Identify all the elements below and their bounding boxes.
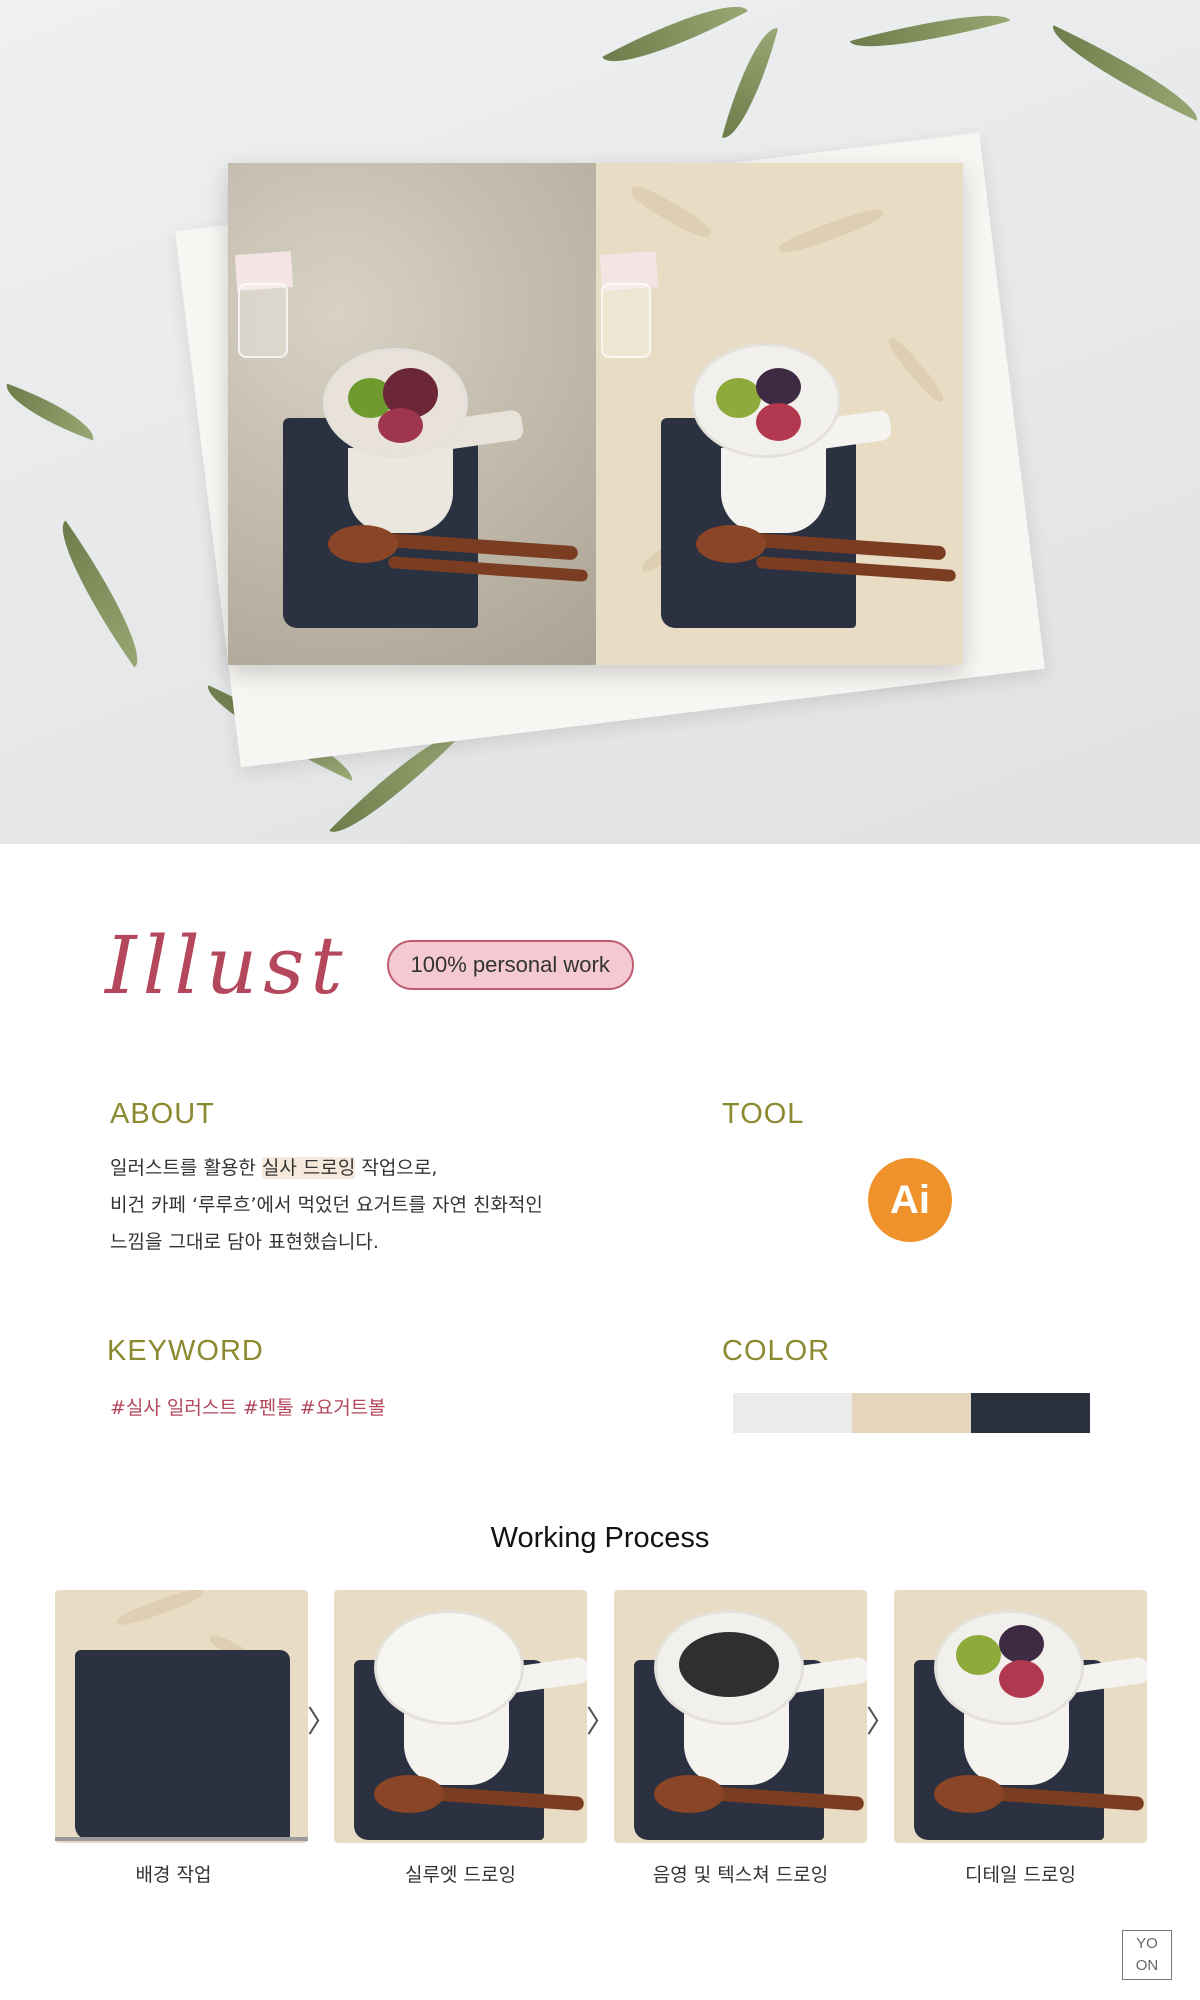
color-palette (733, 1393, 1090, 1433)
step-label-shading: 음영 및 텍스쳐 드로잉 (652, 1864, 829, 1886)
about-line1-pre: 일러스트를 활용한 (110, 1157, 262, 1179)
step-label-detail: 디테일 드로잉 (965, 1864, 1076, 1886)
original-photo (228, 163, 596, 665)
step-label-silhouette: 실루엣 드로잉 (405, 1864, 516, 1886)
process-step-silhouette (334, 1590, 587, 1843)
about-heading: ABOUT (110, 1098, 215, 1130)
olive-leaf-decoration (0, 383, 102, 441)
color-swatch-light-gray (733, 1393, 852, 1433)
olive-leaf-decoration (1042, 25, 1200, 121)
logo-line1: YO (1136, 1935, 1158, 1952)
page-title: Illust (105, 918, 349, 1012)
olive-leaf-decoration (42, 520, 158, 668)
color-swatch-beige (852, 1393, 971, 1433)
process-step-detail (894, 1590, 1147, 1843)
illustrator-icon: Ai (868, 1158, 952, 1242)
logo-line2: ON (1135, 1957, 1159, 1974)
step-label-background: 배경 작업 (135, 1864, 212, 1886)
arrow-icon: 〉 (307, 1705, 337, 1740)
process-title: Working Process (490, 1522, 710, 1554)
title-row: Illust 100% personal work (105, 918, 634, 1012)
color-swatch-navy (971, 1393, 1090, 1433)
color-heading: COLOR (722, 1335, 831, 1367)
olive-leaf-decoration (602, 0, 748, 82)
about-description: 일러스트를 활용한 실사 드로잉 작업으로, 비건 카페 ‘루루흐’에서 먹었던… (110, 1150, 670, 1261)
comparison-board (228, 163, 963, 665)
illustration-result (596, 163, 963, 665)
arrow-icon: 〉 (586, 1705, 616, 1740)
keyword-tags: #실사 일러스트 #펜툴 #요거트볼 (110, 1397, 386, 1419)
hero-image (0, 0, 1200, 844)
process-step-shading (614, 1590, 867, 1843)
designer-logo: YO ON (1122, 1930, 1172, 1980)
process-step-background (55, 1590, 308, 1843)
about-line3: 느낌을 그대로 담아 표현했습니다. (110, 1231, 379, 1253)
olive-leaf-decoration (721, 21, 779, 145)
about-line1-post: 작업으로, (355, 1157, 438, 1179)
olive-leaf-decoration (849, 0, 1011, 63)
tool-heading: TOOL (722, 1098, 805, 1130)
about-highlight: 실사 드로잉 (261, 1157, 356, 1179)
arrow-icon: 〉 (866, 1705, 896, 1740)
personal-work-badge: 100% personal work (386, 940, 634, 990)
about-line2: 비건 카페 ‘루루흐’에서 먹었던 요거트를 자연 친화적인 (110, 1194, 543, 1216)
keyword-heading: KEYWORD (107, 1335, 264, 1367)
active-step-indicator (55, 1837, 308, 1841)
